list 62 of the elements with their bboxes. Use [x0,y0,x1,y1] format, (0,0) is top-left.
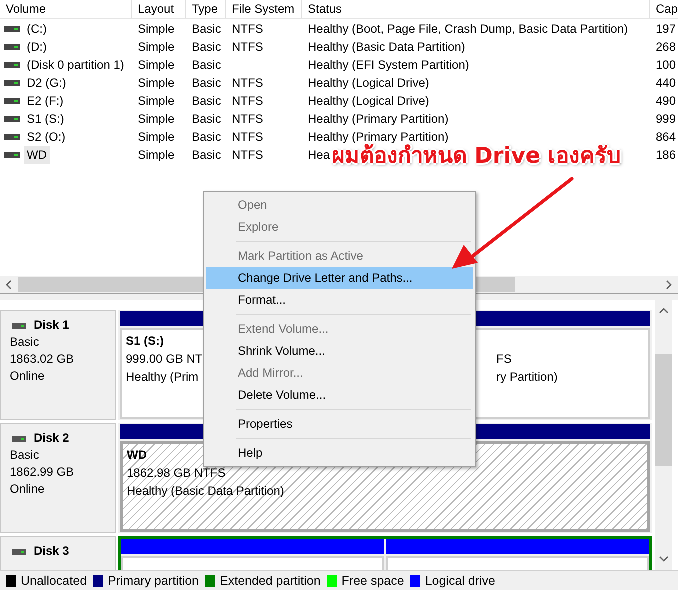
table-cell-text: Simple [138,75,175,92]
legend-label: Primary partition [108,574,200,588]
partition-size: FS [496,351,512,368]
disk-type: Basic [10,447,40,464]
table-cell-text: Simple [138,111,175,128]
disk-type: Basic [10,334,40,351]
disk-size: 1862.99 GB [10,464,76,481]
table-cell-text: 440 [656,75,676,92]
table-cell-text: Simple [138,57,175,74]
disk-size: 1863.02 GB [10,351,76,368]
table-cell-text: 864 [656,129,676,146]
table-cell-text: NTFS [232,129,264,146]
table-cell-text: Hea [308,147,330,164]
table-cell-text: Healthy (Primary Partition) [308,111,449,128]
table-cell-text: Healthy (Primary Partition) [308,129,449,144]
table-cell-text: 100 [656,57,676,74]
table-cell-text: 268 [656,39,676,56]
table-cell-text: Healthy (Logical Drive) [308,75,430,92]
disk-name: Disk 3 [34,543,70,560]
table-cell-text: Basic [192,111,222,128]
legend-label: Unallocated [21,574,88,588]
disk-name: Disk 2 [34,430,70,447]
disk-name: Disk 1 [34,317,70,334]
partition-name: S1 (S:) [126,333,164,350]
table-cell-text: NTFS [232,93,264,110]
disk-status: Online [10,481,46,498]
table-cell-text: 490 [656,93,676,110]
table-cell-text: Basic [192,129,222,146]
partition-name: WD [127,447,147,464]
legend-label: Extended partition [220,574,321,588]
table-cell-text: 186 [656,147,676,164]
table-cell-text: NTFS [232,111,264,128]
table-cell-text: Basic [192,39,222,56]
table-cell-text: NTFS [232,75,264,92]
legend-label: Logical drive [425,574,496,588]
table-cell-text: Basic [192,147,222,164]
table-cell-text: Basic [192,93,222,110]
partition-status: Healthy (Prim [126,369,199,386]
annotation-text: ผมต้องกำหนด Drive เองครับ [332,144,622,171]
partition-status: Healthy (Basic Data Partition) [127,483,284,500]
table-cell-text: NTFS [232,39,264,56]
table-cell-text: NTFS [232,21,264,38]
table-cell-text: Healthy (EFI System Partition) [308,57,470,74]
partition-status: ry Partition) [496,369,558,386]
table-cell-text: Healthy (Basic Data Partition) [308,39,466,56]
table-cell-text: Basic [192,21,222,38]
table-cell-text: Simple [138,39,175,56]
table-cell-text: Healthy (Boot, Page File, Crash Dump, Basic Data Partition) [308,21,628,38]
table-cell-text: Simple [138,147,175,164]
table-cell-text: Healthy (Logical Drive) [308,93,430,110]
legend-label: Free space [342,574,404,588]
table-cell-text: NTFS [232,147,264,164]
table-cell-text: Simple [138,93,175,110]
table-cell-text: Basic [192,75,222,92]
table-cell-text: Simple [138,129,175,146]
table-cell-text: Basic [192,57,222,74]
partition-size: 999.00 GB NT [126,351,203,368]
disk-status: Online [10,368,46,385]
table-cell-text: Simple [138,21,175,38]
partition-size: 1862.98 GB NTFS [127,465,226,482]
table-cell-text: 999 [656,111,676,128]
table-cell-text: 197 [656,21,676,38]
